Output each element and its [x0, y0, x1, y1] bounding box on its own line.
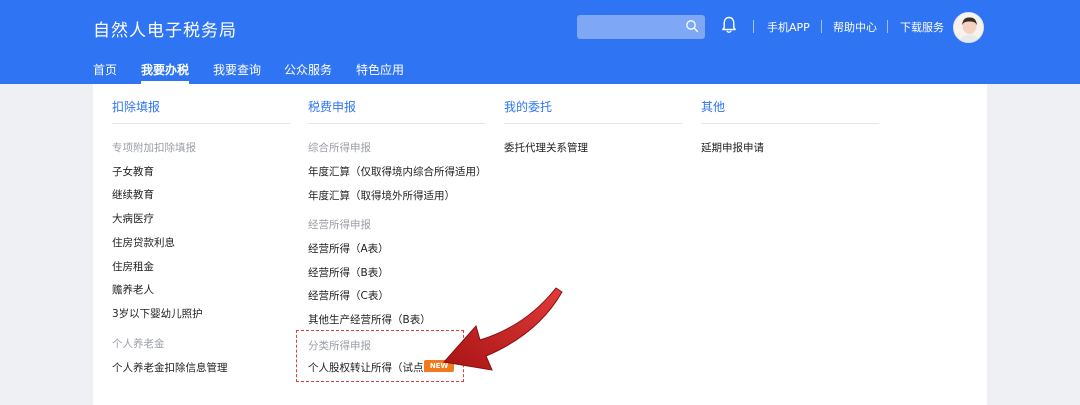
nav-query[interactable]: 我要查询 — [213, 61, 261, 78]
menu-item-mortgage-interest[interactable]: 住房贷款利息 — [112, 235, 175, 250]
group-title: 经营所得申报 — [308, 219, 371, 231]
site-title[interactable]: 自然人电子税务局 — [93, 16, 237, 41]
column-title-entrust[interactable]: 我的委托 — [504, 98, 552, 115]
column-title-deduction[interactable]: 扣除填报 — [112, 98, 160, 115]
menu-item-business-a[interactable]: 经营所得（A表） — [308, 241, 389, 256]
column-title-declaration[interactable]: 税费申报 — [308, 98, 356, 115]
column-divider — [701, 123, 879, 124]
menu-item-business-b[interactable]: 经营所得（B表） — [308, 265, 389, 280]
top-header: 自然人电子税务局 手机APP 帮助中心 下载服务 首页 我要办税 我要查询 公众… — [0, 0, 1080, 84]
menu-item-child-education[interactable]: 子女教育 — [112, 164, 154, 179]
column-divider — [112, 123, 290, 124]
divider — [753, 20, 754, 33]
help-center-link[interactable]: 帮助中心 — [833, 19, 877, 35]
nav-public-service[interactable]: 公众服务 — [284, 61, 332, 78]
column-divider — [308, 123, 486, 124]
nav-featured-apps[interactable]: 特色应用 — [356, 61, 404, 78]
menu-item-agency-management[interactable]: 委托代理关系管理 — [504, 140, 588, 155]
avatar[interactable] — [953, 12, 984, 43]
menu-item-housing-rent[interactable]: 住房租金 — [112, 259, 154, 274]
search-input[interactable] — [577, 15, 705, 39]
menu-item-annual-foreign[interactable]: 年度汇算（取得境外所得适用） — [308, 188, 455, 203]
menu-item-annual-domestic[interactable]: 年度汇算（仅取得境内综合所得适用） — [308, 164, 487, 179]
group-title: 个人养老金 — [112, 338, 165, 350]
column-divider — [504, 123, 682, 124]
group-title: 专项附加扣除填报 — [112, 142, 196, 154]
search-icon[interactable] — [685, 19, 699, 33]
menu-item-serious-illness[interactable]: 大病医疗 — [112, 211, 154, 226]
menu-item-business-c[interactable]: 经营所得（C表） — [308, 288, 389, 303]
nav-handle-tax[interactable]: 我要办税 — [141, 61, 189, 78]
bell-icon[interactable] — [720, 15, 738, 35]
menu-item-elderly-support[interactable]: 赡养老人 — [112, 282, 154, 297]
nav-home[interactable]: 首页 — [93, 61, 117, 78]
highlight-box — [296, 330, 464, 382]
menu-item-continuing-education[interactable]: 继续教育 — [112, 187, 154, 202]
column-title-other[interactable]: 其他 — [701, 98, 725, 115]
menu-item-infant-care[interactable]: 3岁以下婴幼儿照护 — [112, 306, 203, 321]
download-link[interactable]: 下载服务 — [900, 19, 944, 35]
menu-item-pension-deduction[interactable]: 个人养老金扣除信息管理 — [112, 360, 228, 375]
annotation-arrow-icon — [443, 287, 563, 371]
mobile-app-link[interactable]: 手机APP — [767, 19, 810, 35]
group-title: 综合所得申报 — [308, 142, 371, 154]
menu-item-deferred-filing[interactable]: 延期申报申请 — [701, 140, 764, 155]
avatar-icon — [954, 13, 983, 42]
divider — [821, 20, 822, 33]
menu-item-other-business-b[interactable]: 其他生产经营所得（B表） — [308, 312, 431, 327]
divider — [887, 20, 888, 33]
